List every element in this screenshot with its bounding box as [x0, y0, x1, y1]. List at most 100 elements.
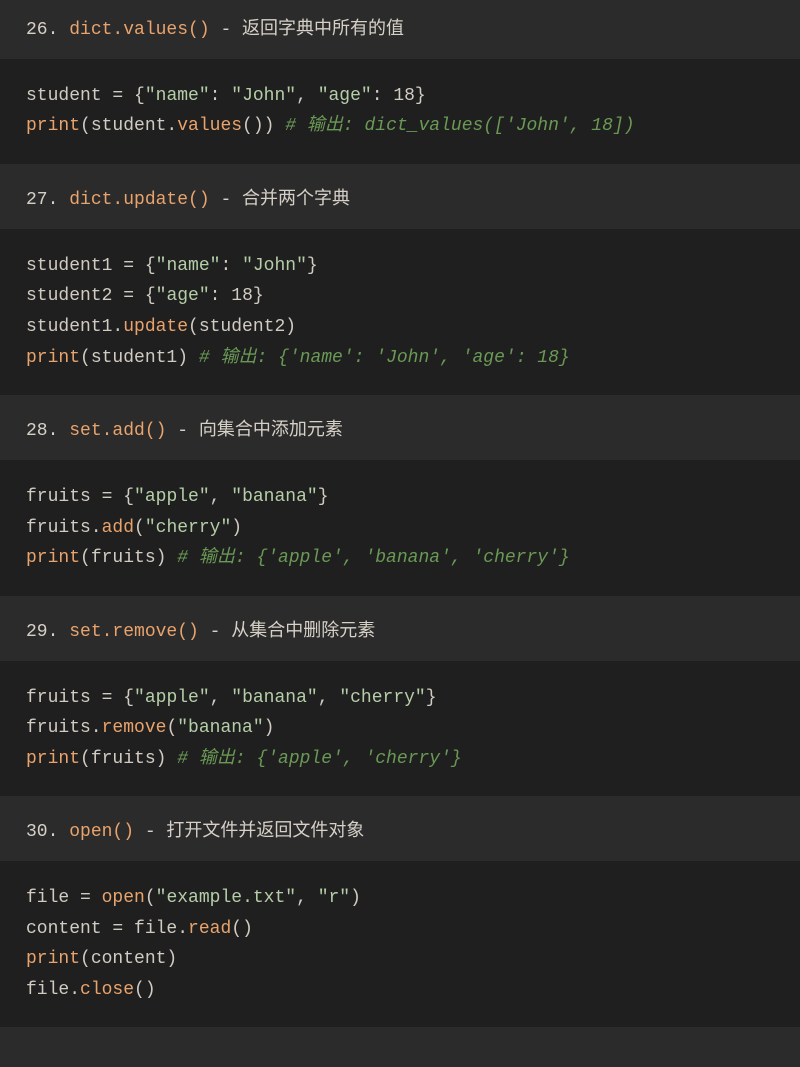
- doc-section: 30. open() - 打开文件并返回文件对象 file = open("exa…: [0, 802, 800, 1033]
- code-token: fruits.: [26, 718, 102, 738]
- code-token: }: [307, 256, 318, 276]
- code-token: :: [210, 86, 232, 106]
- code-token: :: [372, 86, 394, 106]
- code-token: (fruits): [80, 548, 177, 568]
- code-token: "apple": [134, 487, 210, 507]
- section-heading: 27. dict.update() - 合并两个字典: [0, 176, 800, 229]
- code-token: }: [253, 286, 264, 306]
- code-token: student1: [26, 256, 123, 276]
- code-line: fruits = {"apple", "banana", "cherry"}: [26, 683, 774, 714]
- heading-description: - 向集合中添加元素: [166, 421, 342, 441]
- code-token: # 输出: {'apple', 'banana', 'cherry'}: [177, 548, 569, 568]
- code-token: =: [112, 86, 134, 106]
- code-token: fruits: [26, 688, 102, 708]
- heading-number: 26.: [26, 20, 69, 40]
- code-line: print(content): [26, 944, 774, 975]
- code-token: file.: [134, 919, 188, 939]
- code-token: (: [145, 888, 156, 908]
- doc-section: 28. set.add() - 向集合中添加元素fruits = {"apple…: [0, 401, 800, 602]
- code-block: student1 = {"name": "John"}student2 = {"…: [0, 229, 800, 395]
- code-token: =: [102, 688, 124, 708]
- code-token: remove: [102, 718, 167, 738]
- doc-section: 29. set.remove() - 从集合中删除元素fruits = {"ap…: [0, 602, 800, 803]
- code-token: "cherry": [339, 688, 425, 708]
- code-token: {: [123, 688, 134, 708]
- heading-function: dict.values(): [69, 20, 209, 40]
- code-token: fruits: [26, 487, 102, 507]
- code-token: ): [231, 518, 242, 538]
- code-token: ()): [242, 116, 285, 136]
- code-token: (student.: [80, 116, 177, 136]
- document-root: 26. dict.values() - 返回字典中所有的值 student = {…: [0, 0, 800, 1033]
- code-token: {: [134, 86, 145, 106]
- code-token: (student1): [80, 348, 199, 368]
- code-line: student1.update(student2): [26, 312, 774, 343]
- code-token: file.: [26, 980, 80, 1000]
- code-line: student1 = {"name": "John"}: [26, 251, 774, 282]
- heading-description: - 返回字典中所有的值: [210, 20, 404, 40]
- code-token: "example.txt": [156, 888, 296, 908]
- code-token: 18: [231, 286, 253, 306]
- code-line: print(fruits) # 输出: {'apple', 'cherry'}: [26, 744, 774, 775]
- code-token: ,: [296, 86, 318, 106]
- code-token: print: [26, 949, 80, 969]
- code-token: ): [350, 888, 361, 908]
- code-token: "John": [242, 256, 307, 276]
- code-token: =: [123, 256, 145, 276]
- code-token: (: [134, 518, 145, 538]
- heading-function: set.add(): [69, 421, 166, 441]
- code-token: ): [264, 718, 275, 738]
- code-token: (student2): [188, 317, 296, 337]
- code-token: 18: [393, 86, 415, 106]
- code-token: values: [177, 116, 242, 136]
- code-line: fruits.add("cherry"): [26, 513, 774, 544]
- code-token: "age": [318, 86, 372, 106]
- code-token: (fruits): [80, 749, 177, 769]
- code-block: fruits = {"apple", "banana", "cherry"}fr…: [0, 661, 800, 797]
- code-token: "banana": [231, 487, 317, 507]
- doc-section: 26. dict.values() - 返回字典中所有的值 student = {…: [0, 0, 800, 170]
- code-token: "name": [156, 256, 221, 276]
- heading-function: set.remove(): [69, 622, 199, 642]
- code-token: }: [415, 86, 426, 106]
- code-token: "banana": [177, 718, 263, 738]
- code-token: print: [26, 749, 80, 769]
- code-token: ,: [210, 487, 232, 507]
- code-token: student1.: [26, 317, 123, 337]
- code-token: {: [145, 286, 156, 306]
- code-token: "apple": [134, 688, 210, 708]
- code-token: file: [26, 888, 80, 908]
- code-token: {: [145, 256, 156, 276]
- code-token: =: [112, 919, 134, 939]
- code-line: student = {"name": "John", "age": 18}: [26, 81, 774, 112]
- heading-function: open(): [69, 822, 134, 842]
- code-token: content: [26, 919, 112, 939]
- code-token: open: [102, 888, 145, 908]
- heading-number: 29.: [26, 622, 69, 642]
- code-token: }: [318, 487, 329, 507]
- heading-number: 28.: [26, 421, 69, 441]
- code-token: fruits.: [26, 518, 102, 538]
- code-token: print: [26, 348, 80, 368]
- section-heading: 30. open() - 打开文件并返回文件对象: [0, 808, 800, 861]
- code-token: {: [123, 487, 134, 507]
- code-block: file = open("example.txt", "r")content =…: [0, 861, 800, 1027]
- code-token: # 输出: dict_values(['John', 18]): [285, 116, 634, 136]
- code-token: "banana": [231, 688, 317, 708]
- heading-number: 27.: [26, 190, 69, 210]
- section-heading: 28. set.add() - 向集合中添加元素: [0, 407, 800, 460]
- heading-number: 30.: [26, 822, 69, 842]
- doc-section: 27. dict.update() - 合并两个字典 student1 = {"n…: [0, 170, 800, 401]
- code-token: (content): [80, 949, 177, 969]
- code-token: (): [134, 980, 156, 1000]
- code-token: :: [220, 256, 242, 276]
- code-token: }: [426, 688, 437, 708]
- code-token: "name": [145, 86, 210, 106]
- code-line: print(fruits) # 输出: {'apple', 'banana', …: [26, 543, 774, 574]
- code-token: "John": [231, 86, 296, 106]
- section-heading: 29. set.remove() - 从集合中删除元素: [0, 608, 800, 661]
- code-line: print(student1) # 输出: {'name': 'John', '…: [26, 343, 774, 374]
- code-token: "cherry": [145, 518, 231, 538]
- code-token: student2: [26, 286, 123, 306]
- code-token: ,: [210, 688, 232, 708]
